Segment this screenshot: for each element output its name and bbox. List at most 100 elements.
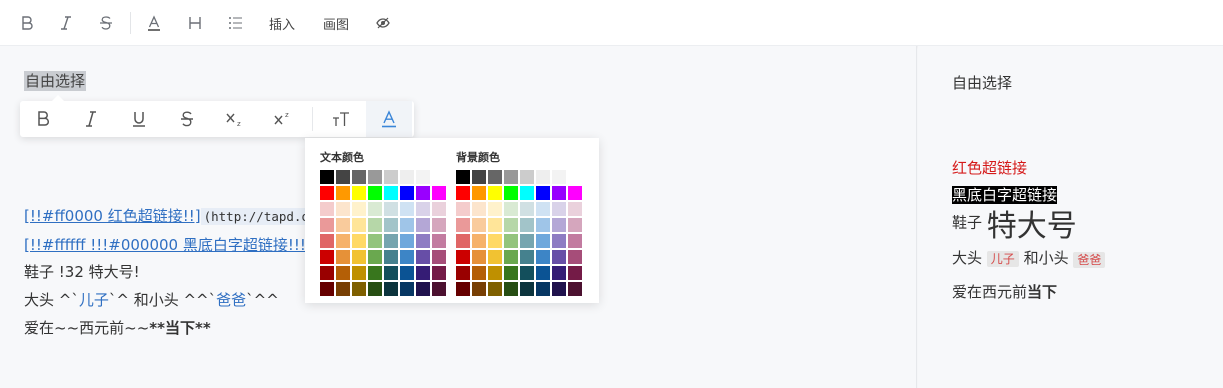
color-swatch[interactable] bbox=[536, 202, 550, 216]
color-swatch[interactable] bbox=[536, 186, 550, 200]
editor-line-4[interactable]: 鞋子 !32 特大号! bbox=[24, 261, 140, 282]
color-swatch[interactable] bbox=[400, 266, 414, 280]
color-swatch[interactable] bbox=[552, 202, 566, 216]
color-swatch[interactable] bbox=[552, 218, 566, 232]
color-swatch[interactable] bbox=[368, 170, 382, 184]
color-swatch[interactable] bbox=[536, 250, 550, 264]
bold-icon[interactable] bbox=[20, 101, 66, 137]
color-swatch[interactable] bbox=[472, 266, 486, 280]
color-swatch[interactable] bbox=[504, 266, 518, 280]
color-swatch[interactable] bbox=[432, 266, 446, 280]
color-swatch[interactable] bbox=[320, 266, 334, 280]
color-swatch[interactable] bbox=[400, 282, 414, 296]
color-swatch[interactable] bbox=[416, 202, 430, 216]
color-swatch[interactable] bbox=[400, 250, 414, 264]
color-swatch[interactable] bbox=[568, 186, 582, 200]
color-swatch[interactable] bbox=[472, 202, 486, 216]
color-swatch[interactable] bbox=[504, 170, 518, 184]
color-swatch[interactable] bbox=[336, 186, 350, 200]
color-swatch[interactable] bbox=[520, 250, 534, 264]
color-swatch[interactable] bbox=[536, 170, 550, 184]
insert-button[interactable]: 插入 bbox=[266, 12, 298, 34]
font-size-icon[interactable] bbox=[318, 101, 364, 137]
preview-eye-icon[interactable] bbox=[374, 12, 392, 34]
color-swatch[interactable] bbox=[568, 282, 582, 296]
color-swatch[interactable] bbox=[352, 218, 366, 232]
bold-icon[interactable] bbox=[18, 12, 36, 34]
color-swatch[interactable] bbox=[384, 218, 398, 232]
color-swatch[interactable] bbox=[472, 234, 486, 248]
font-color-icon[interactable] bbox=[366, 101, 412, 137]
color-swatch[interactable] bbox=[416, 170, 430, 184]
color-swatch[interactable] bbox=[384, 266, 398, 280]
color-swatch[interactable] bbox=[320, 250, 334, 264]
color-swatch[interactable] bbox=[504, 218, 518, 232]
color-swatch[interactable] bbox=[536, 218, 550, 232]
color-swatch[interactable] bbox=[552, 282, 566, 296]
font-color-icon[interactable] bbox=[145, 12, 163, 34]
color-swatch[interactable] bbox=[472, 218, 486, 232]
color-swatch[interactable] bbox=[352, 186, 366, 200]
color-swatch[interactable] bbox=[432, 282, 446, 296]
color-swatch[interactable] bbox=[488, 282, 502, 296]
color-swatch[interactable] bbox=[416, 234, 430, 248]
color-swatch[interactable] bbox=[416, 218, 430, 232]
color-swatch[interactable] bbox=[416, 266, 430, 280]
color-swatch[interactable] bbox=[456, 170, 470, 184]
color-swatch[interactable] bbox=[456, 218, 470, 232]
color-swatch[interactable] bbox=[400, 234, 414, 248]
color-swatch[interactable] bbox=[568, 218, 582, 232]
color-swatch[interactable] bbox=[400, 186, 414, 200]
color-swatch[interactable] bbox=[352, 250, 366, 264]
color-swatch[interactable] bbox=[384, 170, 398, 184]
color-swatch[interactable] bbox=[504, 250, 518, 264]
color-swatch[interactable] bbox=[432, 250, 446, 264]
color-swatch[interactable] bbox=[456, 266, 470, 280]
color-swatch[interactable] bbox=[488, 170, 502, 184]
color-swatch[interactable] bbox=[384, 250, 398, 264]
draw-button[interactable]: 画图 bbox=[320, 12, 352, 34]
color-swatch[interactable] bbox=[504, 202, 518, 216]
color-swatch[interactable] bbox=[504, 186, 518, 200]
color-swatch[interactable] bbox=[416, 282, 430, 296]
color-swatch[interactable] bbox=[400, 170, 414, 184]
color-swatch[interactable] bbox=[520, 266, 534, 280]
color-swatch[interactable] bbox=[320, 282, 334, 296]
color-swatch[interactable] bbox=[352, 266, 366, 280]
color-swatch[interactable] bbox=[552, 266, 566, 280]
subscript-icon[interactable]: z bbox=[212, 101, 258, 137]
color-swatch[interactable] bbox=[568, 266, 582, 280]
color-swatch[interactable] bbox=[520, 170, 534, 184]
color-swatch[interactable] bbox=[488, 218, 502, 232]
color-swatch[interactable] bbox=[352, 202, 366, 216]
color-swatch[interactable] bbox=[568, 234, 582, 248]
color-swatch[interactable] bbox=[504, 282, 518, 296]
color-swatch[interactable] bbox=[568, 250, 582, 264]
color-swatch[interactable] bbox=[368, 234, 382, 248]
color-swatch[interactable] bbox=[432, 202, 446, 216]
list-icon[interactable] bbox=[226, 12, 244, 34]
color-swatch[interactable] bbox=[488, 186, 502, 200]
strikethrough-icon[interactable] bbox=[97, 12, 115, 34]
color-swatch[interactable] bbox=[472, 250, 486, 264]
strikethrough-icon[interactable] bbox=[164, 101, 210, 137]
color-swatch[interactable] bbox=[336, 202, 350, 216]
color-swatch[interactable] bbox=[336, 170, 350, 184]
color-swatch[interactable] bbox=[456, 250, 470, 264]
color-swatch[interactable] bbox=[536, 282, 550, 296]
color-swatch[interactable] bbox=[488, 234, 502, 248]
italic-icon[interactable] bbox=[58, 12, 74, 34]
color-swatch[interactable] bbox=[504, 234, 518, 248]
color-swatch[interactable] bbox=[336, 266, 350, 280]
color-swatch[interactable] bbox=[472, 282, 486, 296]
color-swatch[interactable] bbox=[488, 202, 502, 216]
color-swatch[interactable] bbox=[416, 186, 430, 200]
color-swatch[interactable] bbox=[520, 202, 534, 216]
editor-line-5[interactable]: 大头 ^`儿子`^ 和小头 ^^`爸爸`^^ bbox=[24, 289, 279, 310]
color-swatch[interactable] bbox=[400, 218, 414, 232]
color-swatch[interactable] bbox=[368, 266, 382, 280]
color-swatch[interactable] bbox=[368, 202, 382, 216]
color-swatch[interactable] bbox=[432, 218, 446, 232]
color-swatch[interactable] bbox=[568, 202, 582, 216]
color-swatch[interactable] bbox=[552, 186, 566, 200]
